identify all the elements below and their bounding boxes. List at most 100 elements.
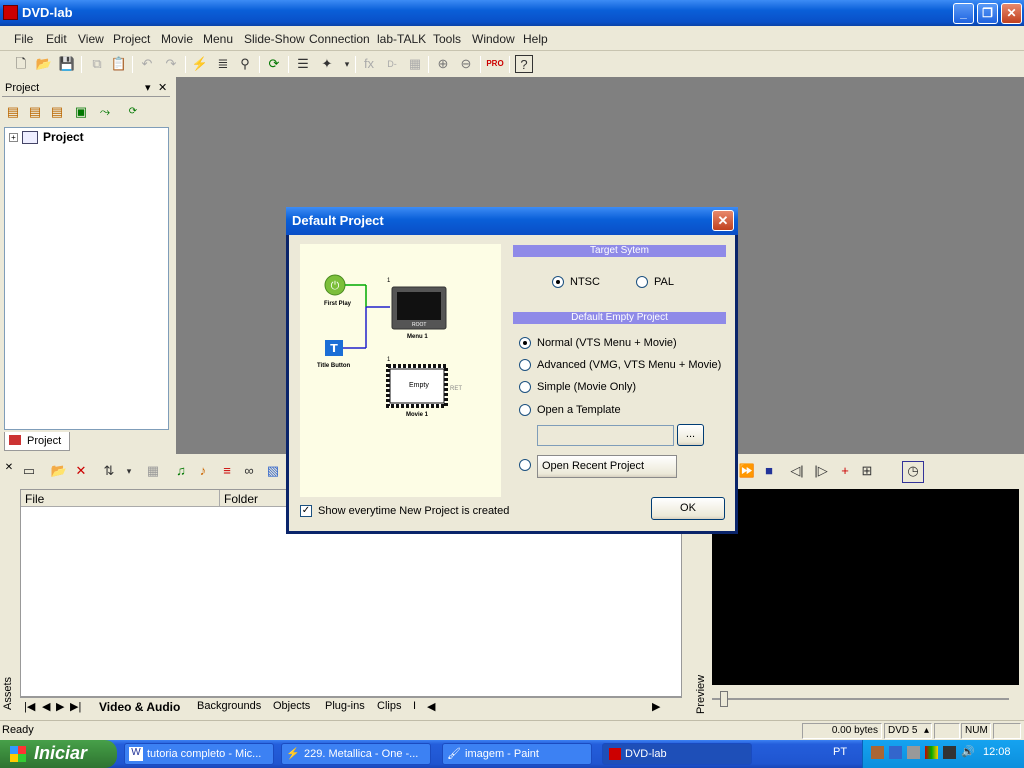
scroll-right-icon[interactable]: ▶ <box>652 700 660 713</box>
radio-template[interactable] <box>519 404 531 416</box>
slider-thumb[interactable] <box>720 691 728 707</box>
menu-project[interactable]: Project <box>113 32 150 46</box>
paste-icon[interactable]: 📋 <box>110 55 128 73</box>
ac3-icon[interactable]: ♪ <box>194 462 212 480</box>
speaker-icon[interactable]: 🔊 <box>961 745 975 758</box>
normal-label[interactable]: Normal (VTS Menu + Movie) <box>537 337 677 349</box>
redo-icon[interactable]: ↷ <box>162 55 180 73</box>
add-chapter-icon[interactable]: + <box>836 462 854 480</box>
list-icon[interactable]: ☰ <box>294 55 312 73</box>
browse-button[interactable]: ... <box>677 424 704 446</box>
menu-menu[interactable]: Menu <box>203 32 233 46</box>
link-icon[interactable]: ∞ <box>240 462 258 480</box>
radio-pal[interactable] <box>636 276 648 288</box>
radio-simple[interactable] <box>519 381 531 393</box>
tray-icon-5[interactable] <box>943 746 956 759</box>
show-everytime-checkbox[interactable]: ✓ <box>300 505 312 517</box>
radio-recent[interactable] <box>519 459 531 471</box>
stop-icon[interactable]: ■ <box>760 462 778 480</box>
magic-wand-icon[interactable]: ✦ <box>318 55 336 73</box>
nav-last-icon[interactable]: ▶| <box>70 700 81 713</box>
template-path-input[interactable] <box>537 425 674 446</box>
radio-normal[interactable] <box>519 337 531 349</box>
dropdown-arrow-icon[interactable]: ▾ <box>338 55 356 73</box>
radio-advanced[interactable] <box>519 359 531 371</box>
stack-icon[interactable]: ≣ <box>214 55 232 73</box>
tray-icon-4[interactable] <box>925 746 938 759</box>
pin-icon[interactable]: ▾ <box>145 81 151 94</box>
dfx-icon[interactable]: D-FX <box>383 55 401 87</box>
preview-slider[interactable] <box>712 690 1019 708</box>
dialog-close-button[interactable]: ✕ <box>712 210 734 231</box>
nav-next-icon[interactable]: ▶ <box>56 700 64 713</box>
menu-edit[interactable]: Edit <box>46 32 67 46</box>
tray-icon-1[interactable] <box>871 746 884 759</box>
copy-icon[interactable]: ⧉ <box>88 55 106 73</box>
template-label[interactable]: Open a Template <box>537 404 621 416</box>
tab-backgrounds[interactable]: Backgrounds <box>197 700 261 712</box>
audio-icon[interactable]: ♫ <box>172 462 190 480</box>
compile-icon[interactable]: ⟳ <box>265 55 283 73</box>
tree-root-project[interactable]: Project <box>43 130 84 144</box>
pal-label[interactable]: PAL <box>654 276 674 288</box>
menu-connection[interactable]: Connection <box>309 32 370 46</box>
binoculars-icon[interactable]: ⚲ <box>236 55 254 73</box>
task-dvdlab[interactable]: DVD-lab <box>602 743 752 765</box>
save-icon[interactable]: 💾 <box>58 55 76 73</box>
menu-view[interactable]: View <box>78 32 104 46</box>
tab-clips[interactable]: Clips <box>377 700 401 712</box>
assets-open-icon[interactable]: 📂 <box>50 462 68 480</box>
zoom-out-icon[interactable]: ⊖ <box>457 55 475 73</box>
expand-icon[interactable]: + <box>9 133 18 142</box>
menu-slide-show[interactable]: Slide-Show <box>244 32 305 46</box>
nav-prev-icon[interactable]: ◀ <box>42 700 50 713</box>
color-bars-icon[interactable]: ≡ <box>218 462 236 480</box>
tab-more[interactable]: I <box>413 700 416 712</box>
ntsc-label[interactable]: NTSC <box>570 276 600 288</box>
menu-window[interactable]: Window <box>472 32 515 46</box>
zoom-in-icon[interactable]: ⊕ <box>434 55 452 73</box>
tab-project[interactable]: Project <box>4 432 70 451</box>
start-button[interactable]: Iniciar <box>0 740 117 768</box>
image-icon[interactable]: ▧ <box>264 462 282 480</box>
new-icon[interactable]: 🗋 <box>12 55 30 73</box>
view-icon[interactable]: ▭ <box>20 462 38 480</box>
open-recent-button[interactable]: Open Recent Project <box>537 455 677 478</box>
undo-icon[interactable]: ↶ <box>138 55 156 73</box>
clock-icon[interactable]: ◷ <box>902 461 924 483</box>
advanced-label[interactable]: Advanced (VMG, VTS Menu + Movie) <box>537 359 721 371</box>
panel-close-icon[interactable]: ✕ <box>158 81 167 94</box>
assets-close-icon[interactable]: ✕ <box>2 462 16 476</box>
menu-lab-talk[interactable]: lab-TALK <box>377 32 426 46</box>
tab-video-audio[interactable]: Video & Audio <box>99 700 180 714</box>
disc-type[interactable]: DVD 5 ▴ <box>884 723 932 739</box>
close-button[interactable]: ✕ <box>1001 3 1022 24</box>
show-everytime-label[interactable]: Show everytime New Project is created <box>318 505 509 517</box>
scroll-left-icon[interactable]: ◀ <box>427 700 435 713</box>
layers-icon[interactable]: ▦ <box>144 462 162 480</box>
task-word[interactable]: Wtutoria completo - Mic... <box>124 743 274 765</box>
open-icon[interactable]: 📂 <box>35 55 53 73</box>
add-slideshow-icon[interactable]: ▤ <box>48 103 66 121</box>
minimize-button[interactable]: _ <box>953 3 974 24</box>
ok-button[interactable]: OK <box>651 497 725 520</box>
radio-ntsc[interactable] <box>552 276 564 288</box>
function-icon[interactable]: fx <box>360 55 378 73</box>
menu-tools[interactable]: Tools <box>433 32 461 46</box>
delete-icon[interactable]: ✕ <box>72 462 90 480</box>
tab-plug-ins[interactable]: Plug-ins <box>325 700 365 712</box>
language-indicator[interactable]: PT <box>833 746 847 758</box>
grid-icon[interactable]: ⊞ <box>858 462 876 480</box>
add-vmg-icon[interactable]: ▣ <box>72 103 90 121</box>
next-frame-icon[interactable]: |▷ <box>812 462 830 480</box>
simple-label[interactable]: Simple (Movie Only) <box>537 381 636 393</box>
tray-icon-2[interactable] <box>889 746 902 759</box>
sort-dropdown-icon[interactable]: ▾ <box>120 462 138 480</box>
help-icon[interactable]: ? <box>515 55 533 73</box>
film-icon[interactable]: ▦ <box>406 55 424 73</box>
add-movie-icon[interactable]: ▤ <box>4 103 22 121</box>
pro-ex-icon[interactable]: PRO <box>486 55 504 73</box>
connect-icon[interactable]: ⚡ <box>191 55 209 73</box>
menu-help[interactable]: Help <box>523 32 548 46</box>
nav-first-icon[interactable]: |◀ <box>24 700 35 713</box>
